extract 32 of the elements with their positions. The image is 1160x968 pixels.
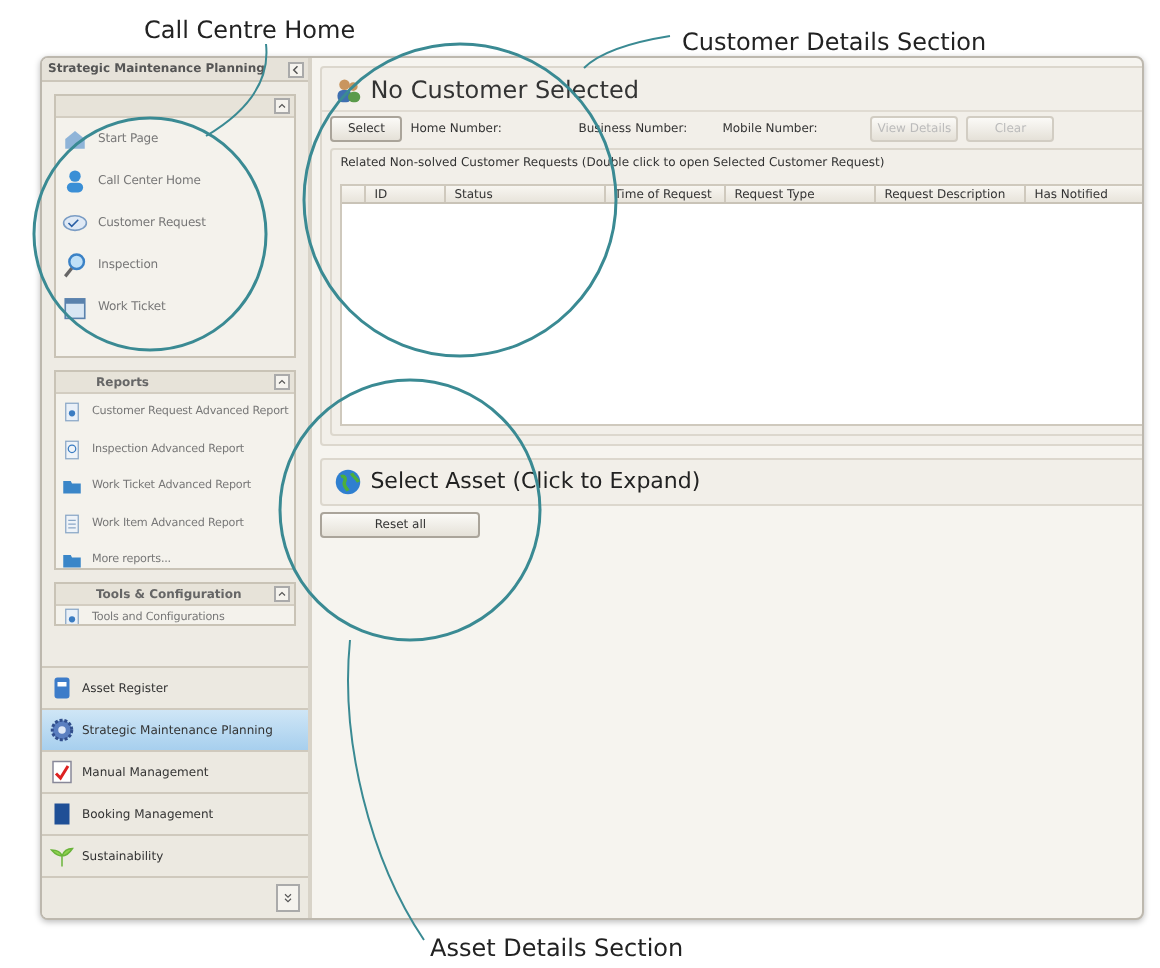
speech-bubble-icon [62, 210, 88, 236]
collapse-button[interactable] [274, 586, 291, 602]
collapse-button[interactable] [288, 61, 305, 77]
collapse-button[interactable] [274, 98, 291, 114]
people-icon [334, 75, 363, 103]
callout-label: Call Centre Home [144, 14, 356, 48]
overflow-button[interactable] [276, 884, 301, 912]
leader-line [583, 35, 671, 69]
chevron-icon [276, 100, 289, 112]
calendar-icon [62, 294, 88, 320]
document-icon [62, 513, 82, 534]
book-icon [50, 802, 74, 826]
folder-icon [62, 476, 82, 497]
callout-label: Customer Details Section [682, 26, 987, 60]
globe-icon [334, 468, 363, 496]
document-icon [62, 402, 82, 423]
collapse-button[interactable] [274, 374, 291, 390]
sprout-icon [50, 844, 74, 868]
chevron-icon [276, 588, 289, 600]
magnifier-icon [62, 252, 88, 278]
binder-icon [50, 676, 74, 700]
leader-line [205, 43, 268, 137]
house-icon [62, 126, 88, 152]
checklist-icon [50, 760, 74, 784]
person-icon [62, 168, 88, 194]
gear-icon [50, 718, 74, 742]
callout-label: Asset Details Section [430, 932, 684, 966]
folder-icon [62, 550, 82, 568]
double-chevron-icon [282, 890, 295, 906]
chevron-icon [276, 376, 289, 388]
magnifier-icon [62, 439, 82, 460]
chevron-icon [290, 63, 303, 75]
